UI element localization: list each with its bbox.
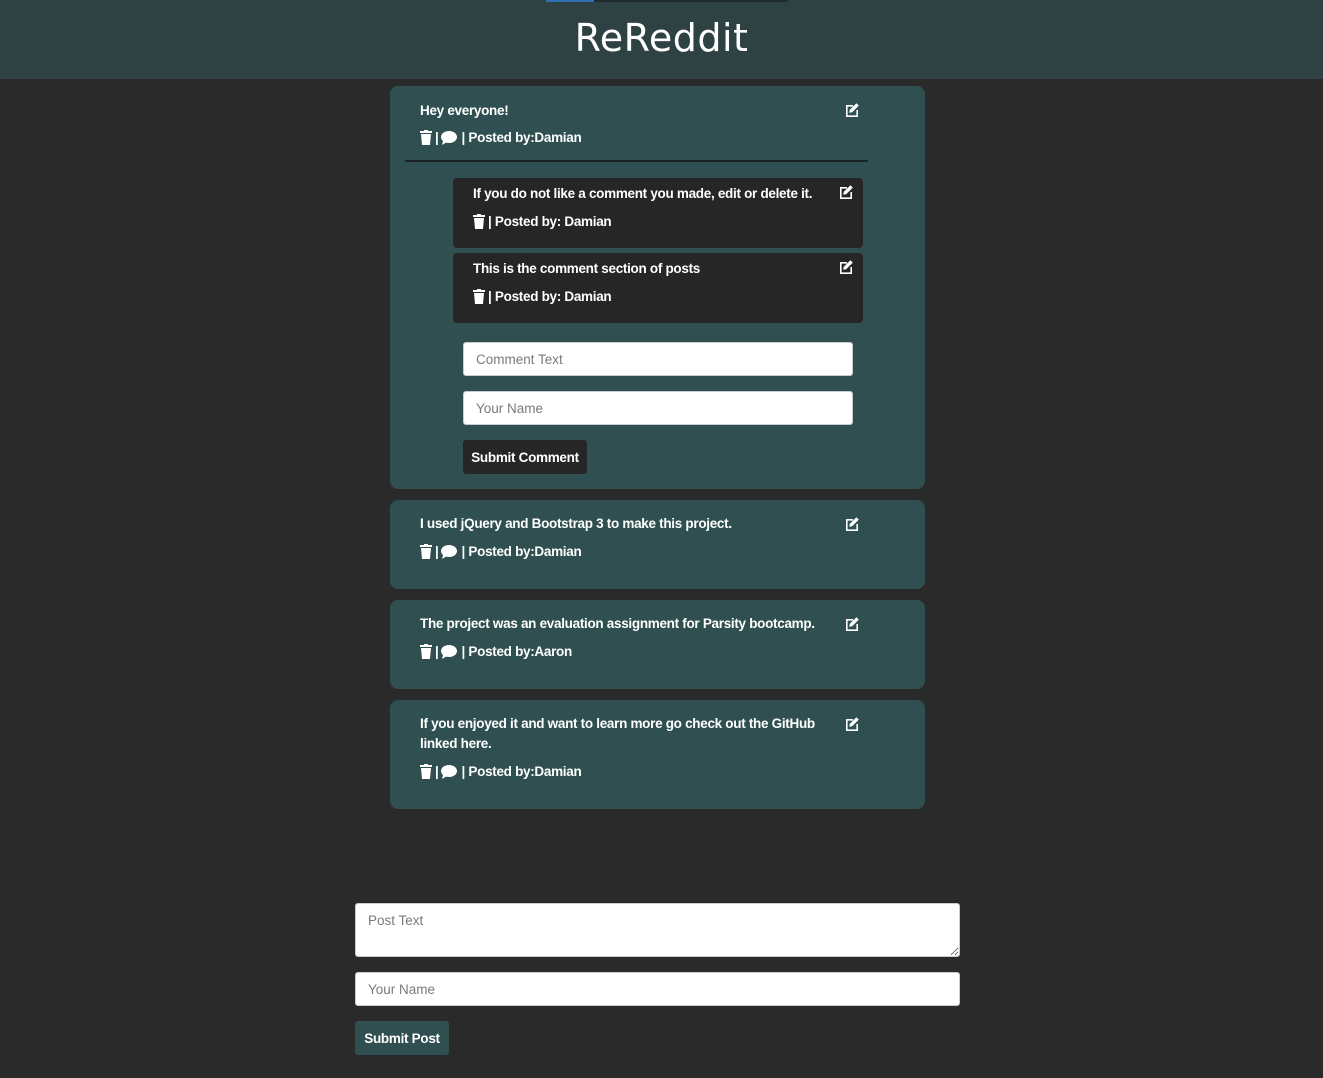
post-meta: | | Posted by:Damian	[420, 544, 582, 559]
submit-post-button[interactable]: Submit Post	[355, 1021, 449, 1055]
header-scroll-indicator	[546, 0, 594, 2]
comment-meta: | Posted by: Damian	[473, 289, 612, 304]
comment-card: This is the comment section of posts | P…	[453, 253, 863, 323]
comment-posted-by: | Posted by: Damian	[488, 214, 612, 229]
app-title: ReReddit	[574, 16, 749, 60]
post-text-input[interactable]	[355, 903, 960, 957]
post-divider	[405, 160, 868, 162]
trash-icon[interactable]	[473, 289, 485, 304]
comment-bubble-icon[interactable]	[441, 544, 458, 559]
edit-icon[interactable]	[844, 102, 860, 118]
post-meta: | | Posted by:Aaron	[420, 644, 572, 659]
posted-by: | Posted by:Damian	[461, 130, 582, 145]
post-meta: | | Posted by:Damian	[420, 130, 582, 145]
posted-by: | Posted by:Aaron	[461, 644, 572, 659]
post-text[interactable]: The project was an evaluation assignment…	[420, 614, 840, 634]
comment-meta: | Posted by: Damian	[473, 214, 612, 229]
trash-icon[interactable]	[420, 544, 432, 559]
trash-icon[interactable]	[473, 214, 485, 229]
edit-icon[interactable]	[838, 184, 854, 200]
post-card: I used jQuery and Bootstrap 3 to make th…	[390, 500, 925, 589]
posted-by: | Posted by:Damian	[461, 544, 582, 559]
comment-card: If you do not like a comment you made, e…	[453, 178, 863, 248]
app-header: ReReddit	[0, 0, 1323, 79]
comment-bubble-icon[interactable]	[441, 644, 458, 659]
meta-separator: |	[435, 544, 439, 559]
post-meta: | | Posted by:Damian	[420, 764, 582, 779]
comment-bubble-icon[interactable]	[441, 764, 458, 779]
comment-text-input[interactable]	[463, 342, 853, 376]
edit-icon[interactable]	[844, 716, 860, 732]
comment-posted-by: | Posted by: Damian	[488, 289, 612, 304]
post-text[interactable]: If you enjoyed it and want to learn more…	[420, 714, 820, 754]
submit-comment-button[interactable]: Submit Comment	[463, 440, 587, 474]
trash-icon[interactable]	[420, 644, 432, 659]
comment-bubble-icon[interactable]	[441, 130, 458, 145]
post-card: Hey everyone! | | Posted by:Damian If yo…	[390, 86, 925, 489]
posted-by: | Posted by:Damian	[461, 764, 582, 779]
meta-separator: |	[435, 644, 439, 659]
comment-text[interactable]: This is the comment section of posts	[473, 259, 700, 279]
comment-name-input[interactable]	[463, 391, 853, 425]
edit-icon[interactable]	[844, 616, 860, 632]
edit-icon[interactable]	[838, 259, 854, 275]
meta-separator: |	[435, 130, 439, 145]
meta-separator: |	[435, 764, 439, 779]
post-text[interactable]: Hey everyone!	[420, 101, 820, 121]
post-card: If you enjoyed it and want to learn more…	[390, 700, 925, 809]
comment-text[interactable]: If you do not like a comment you made, e…	[473, 184, 813, 204]
edit-icon[interactable]	[844, 516, 860, 532]
post-card: The project was an evaluation assignment…	[390, 600, 925, 689]
post-name-input[interactable]	[355, 972, 960, 1006]
trash-icon[interactable]	[420, 764, 432, 779]
post-text[interactable]: I used jQuery and Bootstrap 3 to make th…	[420, 514, 820, 534]
trash-icon[interactable]	[420, 130, 432, 145]
